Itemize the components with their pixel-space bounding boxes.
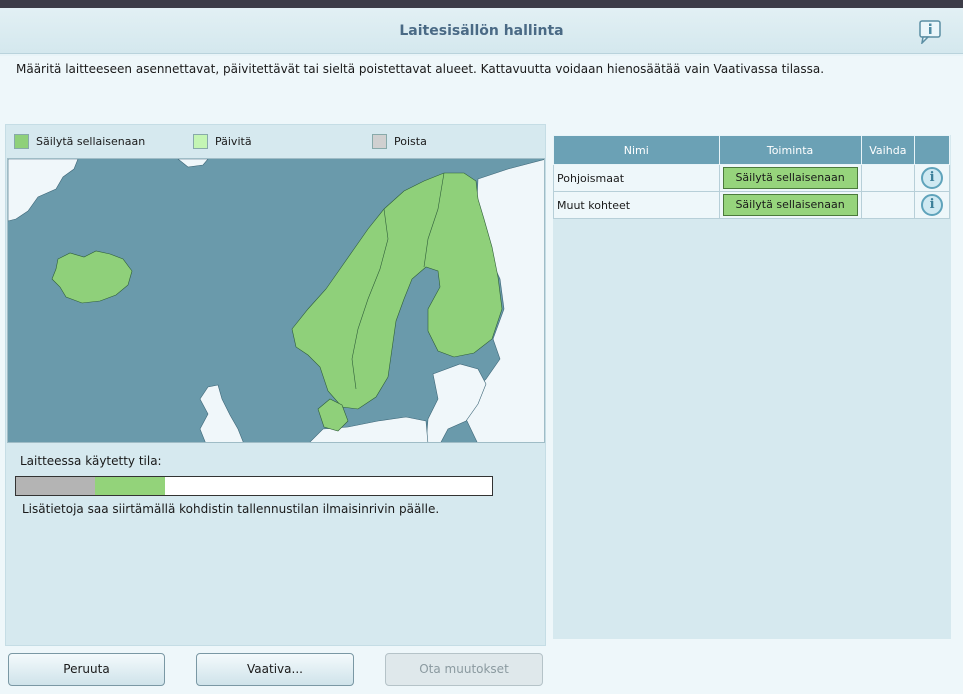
storage-hint: Lisätietoja saa siirtämällä kohdistin ta… (22, 502, 440, 516)
table-row[interactable]: Muut kohteet Säilytä sellaisenaan i (553, 191, 950, 219)
legend-item-keep: Säilytä sellaisenaan (14, 133, 145, 149)
map-panel: Säilytä sellaisenaan Päivitä Poista Lait… (5, 124, 546, 646)
legend-swatch-update (193, 133, 208, 149)
storage-usage-bar[interactable] (15, 476, 493, 496)
column-header-action[interactable]: Toiminta (718, 135, 862, 165)
storage-keep-segment (95, 477, 165, 495)
table-row[interactable]: Pohjoismaat Säilytä sellaisenaan i (553, 164, 950, 192)
content-table: Nimi Toiminta Vaihda Pohjoismaat Säilytä… (553, 135, 950, 219)
advanced-button[interactable]: Vaativa... (196, 653, 354, 686)
apply-changes-button[interactable]: Ota muutokset käyttöön... (385, 653, 543, 694)
legend-label: Säilytä sellaisenaan (36, 134, 146, 148)
column-header-change[interactable]: Vaihda (860, 135, 916, 165)
legend-item-remove: Poista (372, 133, 427, 149)
legend-swatch-keep (14, 133, 29, 149)
legend: Säilytä sellaisenaan Päivitä Poista (6, 125, 545, 157)
content-table-panel: Nimi Toiminta Vaihda Pohjoismaat Säilytä… (553, 135, 951, 639)
page-title: Laitesisällön hallinta (399, 23, 564, 39)
legend-label: Päivitä (215, 134, 252, 148)
storage-label: Laitteessa käytetty tila: (20, 454, 162, 468)
row-change-cell[interactable] (860, 164, 916, 192)
legend-swatch-remove (372, 133, 387, 149)
row-name: Muut kohteet (553, 191, 720, 219)
region-map[interactable] (7, 158, 545, 443)
info-icon[interactable]: i (921, 194, 944, 216)
column-header-info (914, 135, 950, 165)
column-header-name[interactable]: Nimi (553, 135, 720, 165)
page-description: Määritä laitteeseen asennettavat, päivit… (16, 62, 825, 76)
row-change-cell[interactable] (860, 191, 916, 219)
title-bar: Laitesisällön hallinta (0, 8, 963, 54)
storage-used-segment (16, 477, 95, 495)
cancel-button[interactable]: Peruuta (8, 653, 165, 686)
action-button[interactable]: Säilytä sellaisenaan (722, 194, 858, 216)
window-top-border (0, 0, 963, 8)
action-button[interactable]: Säilytä sellaisenaan (722, 167, 858, 189)
row-name: Pohjoismaat (553, 164, 720, 192)
legend-item-update: Päivitä (193, 133, 252, 149)
legend-label: Poista (394, 134, 427, 148)
info-speech-bubble-icon[interactable] (918, 20, 942, 46)
info-icon[interactable]: i (921, 167, 944, 189)
